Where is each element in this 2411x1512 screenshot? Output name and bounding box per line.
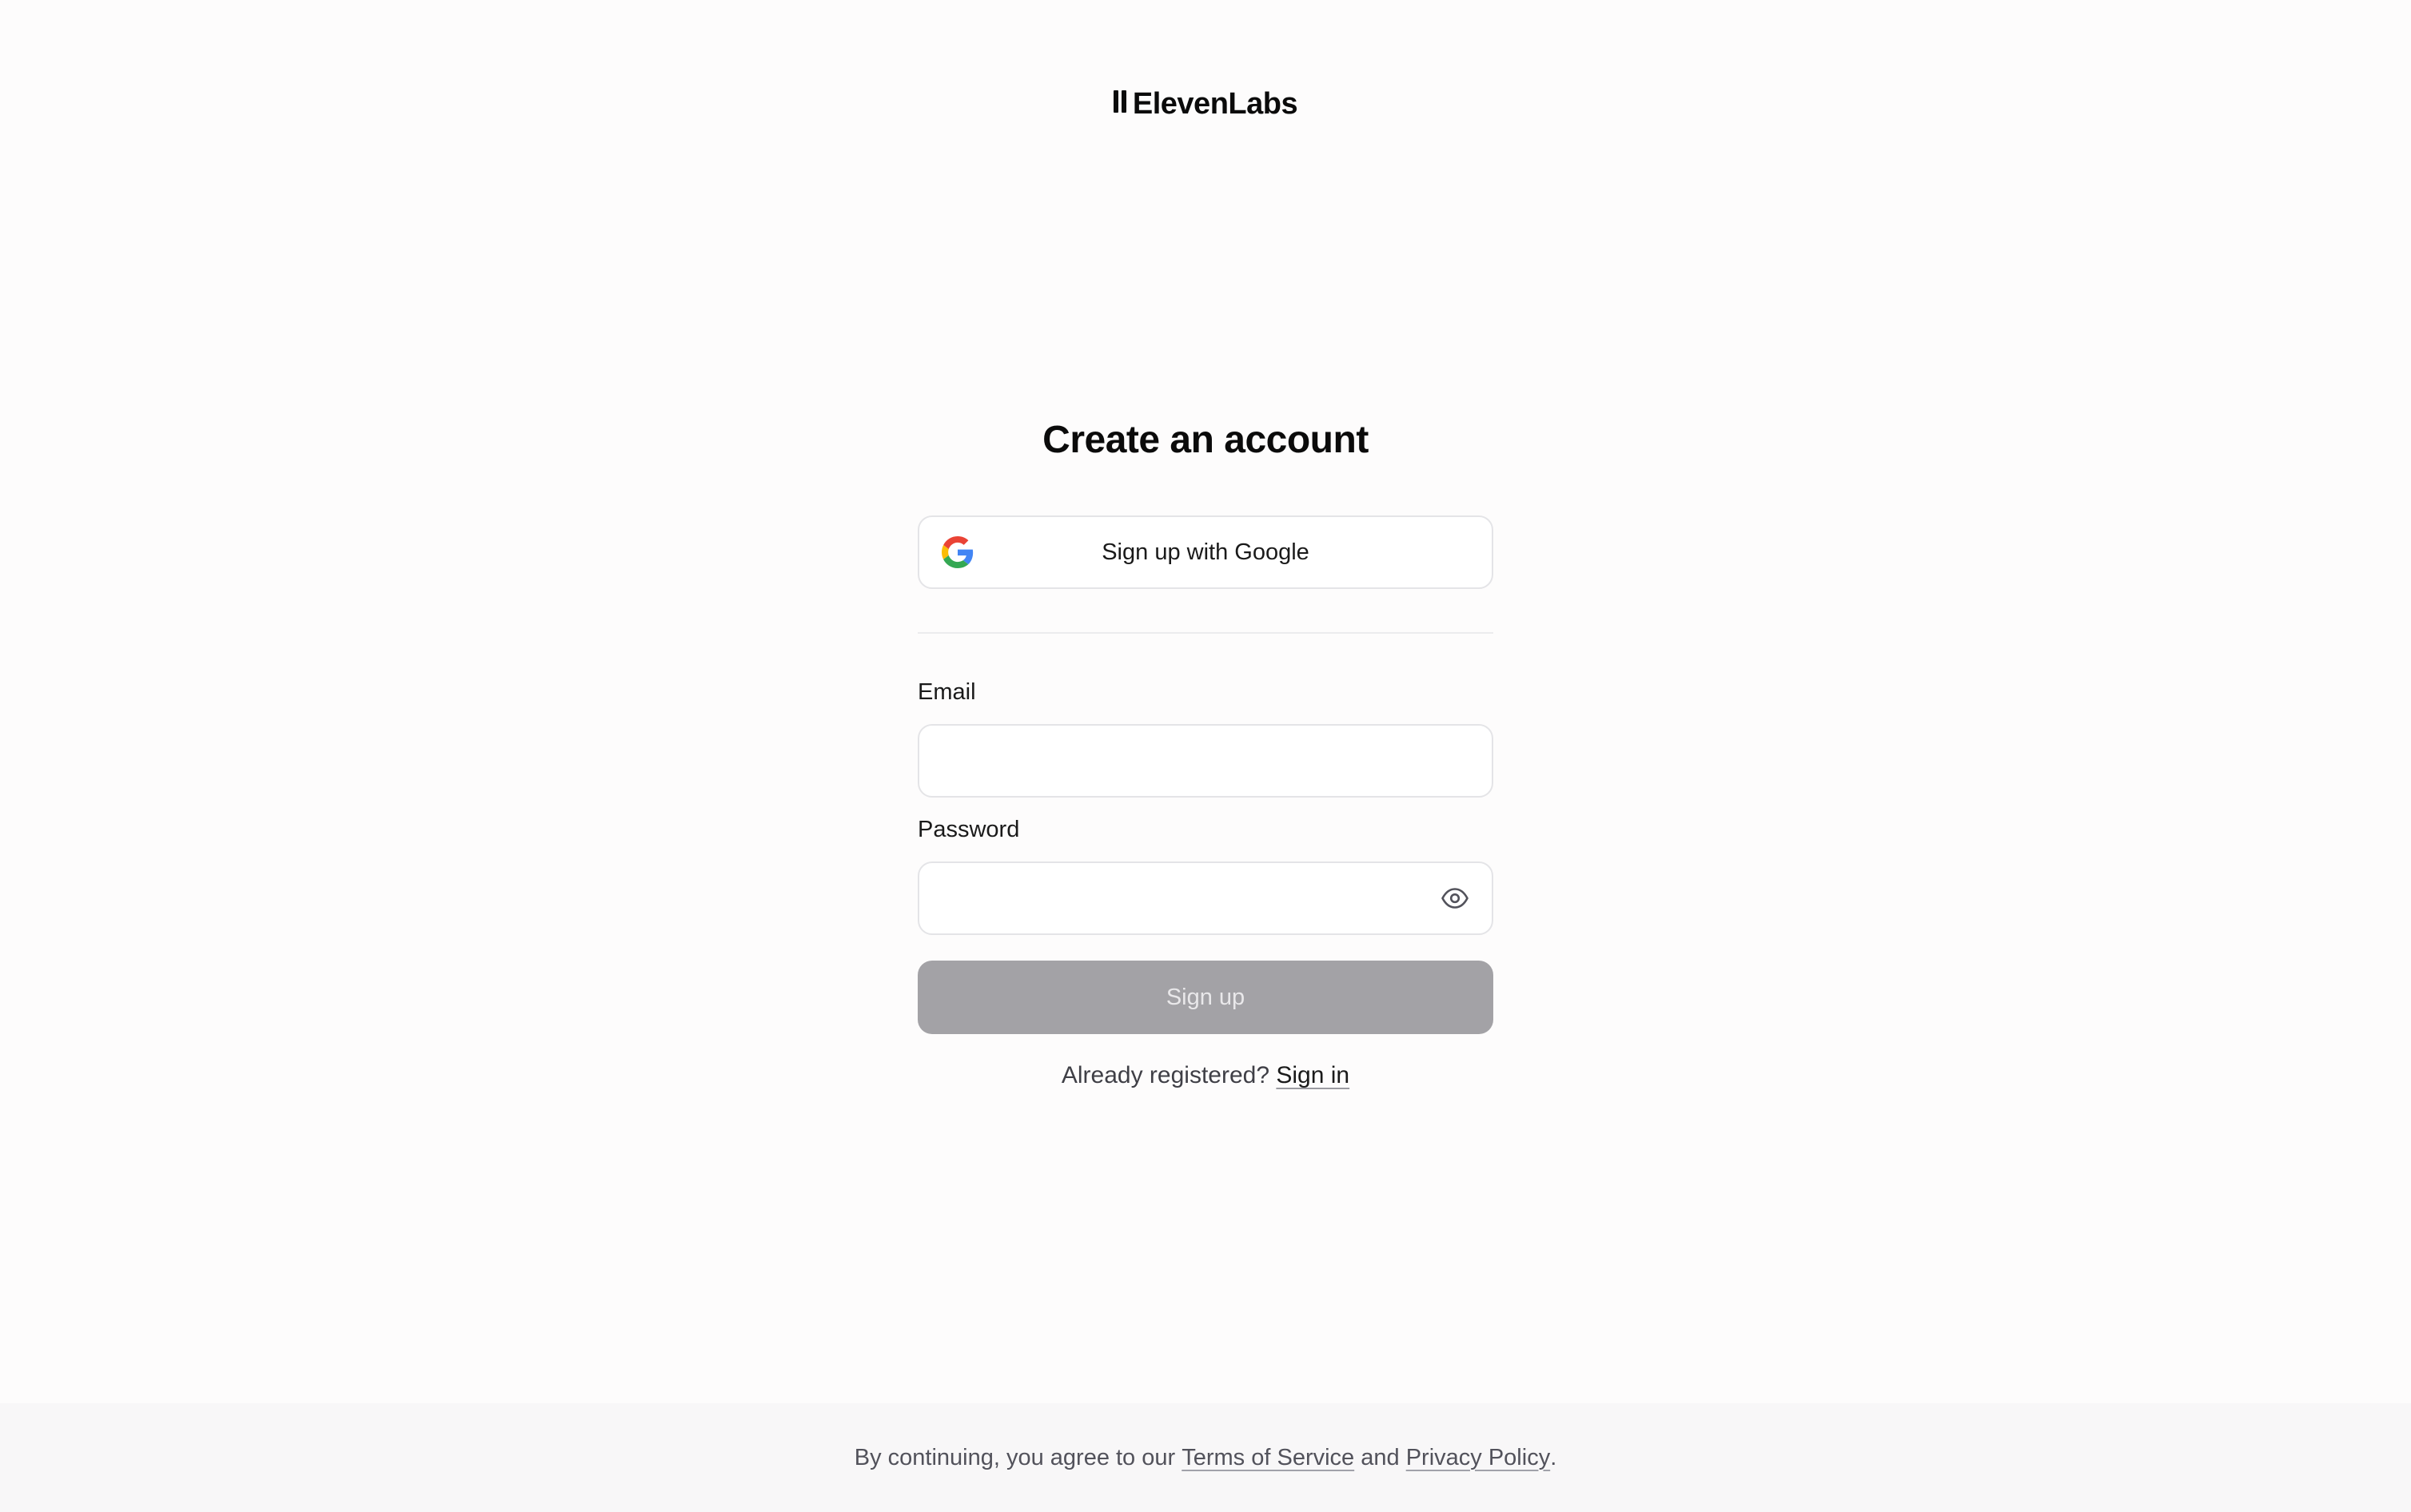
- privacy-policy-link[interactable]: Privacy Policy: [1406, 1445, 1551, 1471]
- divider: [918, 632, 1493, 634]
- signin-prompt: Already registered?: [1061, 1062, 1270, 1088]
- google-signup-label: Sign up with Google: [1102, 539, 1309, 565]
- logo-bars-icon: [1113, 82, 1130, 124]
- password-field-wrapper: [918, 861, 1493, 935]
- google-icon: [942, 536, 974, 568]
- email-field-wrapper: [918, 724, 1493, 798]
- password-label: Password: [918, 817, 1020, 842]
- signup-button[interactable]: Sign up: [918, 961, 1493, 1034]
- email-field[interactable]: [919, 726, 1492, 796]
- footer-prefix: By continuing, you agree to our: [854, 1444, 1176, 1470]
- signin-prompt-row: Already registered? Sign in: [918, 1060, 1493, 1092]
- footer-connector: and: [1361, 1444, 1400, 1470]
- page-title: Create an account: [1042, 419, 1369, 461]
- email-label: Email: [918, 679, 976, 705]
- legal-footer: By continuing, you agree to our Terms of…: [0, 1403, 2411, 1512]
- google-signup-button[interactable]: Sign up with Google: [918, 515, 1493, 589]
- signin-link[interactable]: Sign in: [1276, 1062, 1349, 1088]
- terms-of-service-link[interactable]: Terms of Service: [1182, 1445, 1354, 1471]
- elevenlabs-logo[interactable]: ElevenLabs: [0, 83, 2411, 126]
- footer-suffix: .: [1550, 1444, 1557, 1470]
- password-field[interactable]: [919, 863, 1492, 933]
- logo-text: ElevenLabs: [1132, 87, 1298, 121]
- eye-icon[interactable]: [1441, 885, 1469, 911]
